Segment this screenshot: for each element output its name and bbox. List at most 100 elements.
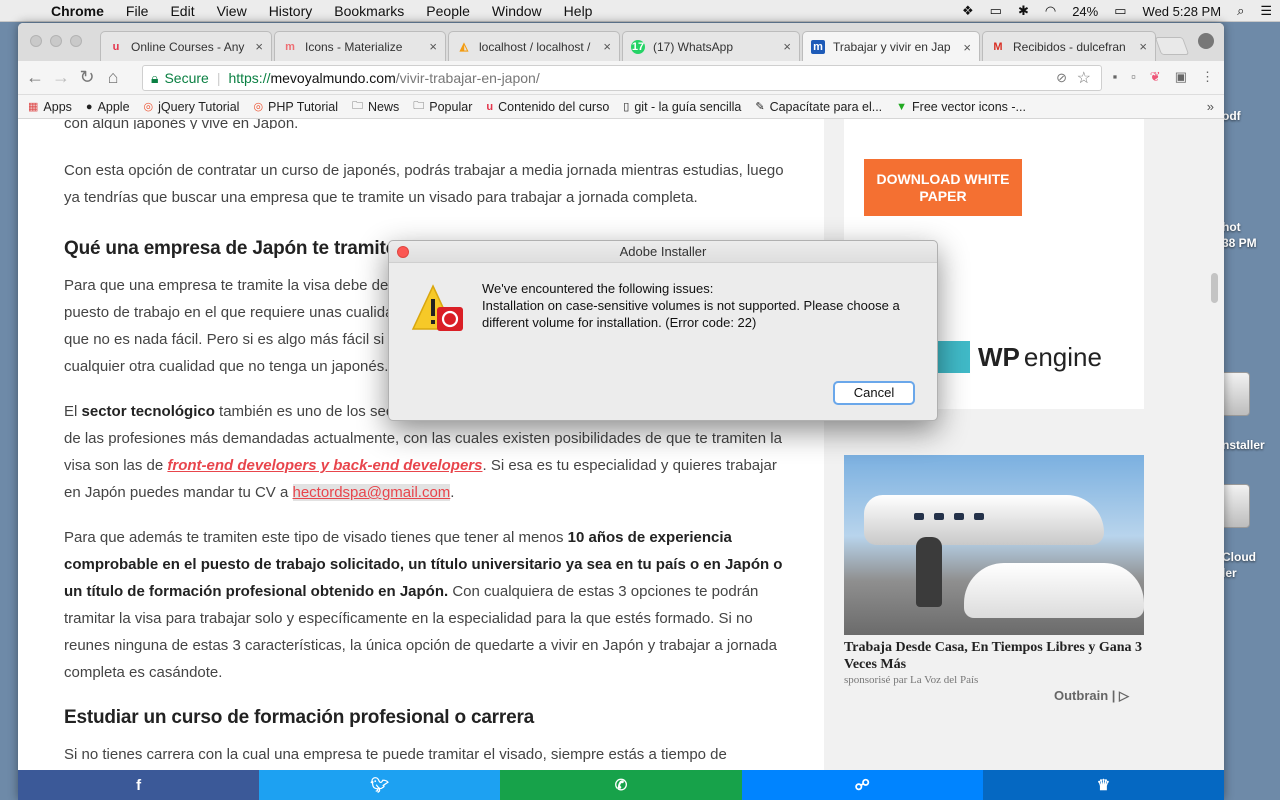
bookmark-label: git - la guía sencilla (634, 99, 742, 114)
bookmark-label: News (368, 99, 400, 114)
text: El (64, 403, 82, 420)
udemy-icon: u (112, 40, 120, 53)
profile-avatar-icon[interactable] (1198, 33, 1214, 49)
email-link[interactable]: hectordspa@gmail.com (292, 484, 451, 501)
desktop-label-cloud[interactable]: Cloud (1222, 550, 1256, 564)
close-tab-icon[interactable]: × (783, 39, 791, 54)
blocked-popup-icon[interactable]: ⊘ (1056, 70, 1067, 86)
sponsored-ad-title[interactable]: Trabaja Desde Casa, En Tiempos Libres y … (844, 639, 1144, 673)
home-icon[interactable]: ⌂ (100, 67, 126, 88)
menu-history[interactable]: History (258, 3, 324, 19)
wifi-icon[interactable]: ◠ (1037, 3, 1064, 19)
bookmark-free-vector-icons[interactable]: ▼ Free vector icons -... (896, 100, 1026, 114)
bookmark-label: Capacítate para el... (769, 99, 883, 114)
sponsored-ad-image[interactable] (844, 455, 1144, 635)
outbrain-logo[interactable]: Outbrain | ▷ (1054, 688, 1129, 704)
jet-window (934, 513, 944, 520)
bookmark-folder-news[interactable]: 🗀 News (352, 97, 399, 116)
close-tab-icon[interactable]: × (255, 39, 263, 54)
desktop-label-cloud-2[interactable]: ler (1222, 566, 1237, 580)
desktop-label-installer[interactable]: nstaller (1222, 438, 1265, 452)
whatsapp-icon: ✆ (614, 777, 628, 794)
menu-help[interactable]: Help (553, 3, 604, 19)
address-bar[interactable]: 🔒︎ Secure | https:// mevoyalmundo.com /v… (142, 65, 1102, 91)
tab-gmail[interactable]: M Recibidos - dulcefran × (982, 31, 1156, 61)
sponsored-ad-source[interactable]: sponsorisé par La Voz del País (844, 674, 978, 686)
twitter-icon: 🐦︎ (370, 777, 390, 794)
battery-percent[interactable]: 24% (1064, 4, 1106, 19)
page-scrollbar-thumb[interactable] (1211, 273, 1218, 303)
bookmark-star-icon[interactable]: ☆ (1077, 68, 1091, 88)
menu-people[interactable]: People (415, 3, 481, 19)
whatsapp-icon: 17 (631, 39, 645, 54)
whatsapp-share-button[interactable]: ✆ (500, 770, 742, 800)
close-tab-icon[interactable]: × (1139, 39, 1147, 54)
bookmark-folder-popular[interactable]: 🗀 Popular (413, 97, 472, 116)
bluetooth-icon[interactable]: ✱ (1010, 3, 1037, 19)
menu-edit[interactable]: Edit (159, 3, 205, 19)
back-arrow-icon[interactable]: ← (22, 67, 48, 88)
wpengine-mark-icon (938, 341, 970, 373)
clock[interactable]: Wed 5:28 PM (1135, 4, 1230, 19)
tab-phpmyadmin[interactable]: ◭ localhost / localhost / × (448, 31, 620, 61)
text: . (450, 484, 455, 501)
desktop-label-screenshot[interactable]: hot (1222, 220, 1241, 234)
spotlight-icon[interactable]: ⌕ (1229, 3, 1252, 19)
bookmark-capacitate[interactable]: ✎ Capacítate para el... (755, 100, 882, 114)
dialog-close-button[interactable] (397, 246, 409, 258)
lock-icon: 🔒︎ (151, 69, 159, 86)
messenger-share-button[interactable]: ☍ (741, 770, 983, 800)
tab-mevoyalmundo[interactable]: m Trabajar y vivir en Jap × (802, 31, 980, 62)
tv-extension-icon[interactable]: ▣ (1175, 69, 1187, 85)
zoom-window-button[interactable] (70, 35, 82, 47)
bookmark-jquery-tutorial[interactable]: ◎ jQuery Tutorial (144, 100, 240, 114)
bookmark-apps[interactable]: ▦ Apps (28, 100, 72, 114)
extension-icon[interactable]: ▪ (1113, 69, 1118, 85)
extension-icon[interactable]: ▫ (1131, 69, 1136, 85)
omnibox-separator: | (216, 70, 221, 86)
folder-icon: 🗀 (413, 100, 425, 112)
menu-app-chrome[interactable]: Chrome (40, 3, 115, 19)
close-window-button[interactable] (30, 35, 42, 47)
tab-udemy[interactable]: u Online Courses - Any × (100, 31, 272, 61)
apple-icon: ● (85, 100, 93, 113)
bookmark-apple[interactable]: ● Apple (86, 100, 130, 114)
extension-icon[interactable]: ❦ (1150, 69, 1161, 85)
airplay-icon[interactable]: ▭ (982, 3, 1010, 19)
close-tab-icon[interactable]: × (603, 39, 611, 54)
developers-link[interactable]: front-end developers y back-end develope… (167, 457, 482, 474)
bookmarks-overflow-chevron-icon[interactable]: » (1207, 99, 1214, 114)
minimize-window-button[interactable] (50, 35, 62, 47)
tab-materialize[interactable]: m Icons - Materialize × (274, 31, 446, 61)
wpengine-logo[interactable]: WP engine (938, 341, 1102, 373)
bookmark-php-tutorial[interactable]: ◎ PHP Tutorial (253, 100, 338, 114)
dialog-title: Adobe Installer (619, 244, 707, 259)
desktop-label-time[interactable]: 38 PM (1222, 236, 1257, 250)
window-controls (30, 35, 82, 47)
desktop-label-pdf[interactable]: odf (1222, 109, 1241, 123)
menu-bookmarks[interactable]: Bookmarks (323, 3, 415, 19)
new-tab-button[interactable] (1154, 37, 1190, 55)
battery-icon[interactable]: ▭ (1106, 3, 1134, 19)
evernote-icon[interactable]: ❖ (954, 3, 982, 19)
download-white-paper-button[interactable]: DOWNLOAD WHITE PAPER (864, 159, 1022, 216)
twitter-share-button[interactable]: 🐦︎ (259, 770, 501, 800)
notification-center-icon[interactable]: ☰ (1252, 3, 1280, 19)
edit-icon: ✎ (755, 101, 765, 113)
bookmark-git-guide[interactable]: ▯ git - la guía sencilla (623, 100, 741, 114)
cancel-button[interactable]: Cancel (833, 381, 915, 405)
menu-file[interactable]: File (115, 3, 160, 19)
sumo-share-button[interactable]: ♛ (982, 770, 1224, 800)
menu-view[interactable]: View (206, 3, 258, 19)
forward-arrow-icon[interactable]: → (48, 67, 74, 88)
bookmark-label: Contenido del curso (498, 99, 610, 114)
tab-whatsapp[interactable]: 17 (17) WhatsApp × (622, 31, 800, 61)
close-tab-icon[interactable]: × (963, 40, 971, 55)
chrome-menu-icon[interactable]: ⋮ (1201, 69, 1214, 85)
facebook-share-button[interactable]: f (18, 770, 260, 800)
close-tab-icon[interactable]: × (429, 39, 437, 54)
bookmark-contenido-del-curso[interactable]: u Contenido del curso (486, 100, 609, 114)
extension-icons: ▪ ▫ ❦ ▣ ⋮ (1113, 69, 1214, 85)
menu-window[interactable]: Window (481, 3, 553, 19)
reload-icon[interactable]: ↻ (74, 67, 100, 88)
